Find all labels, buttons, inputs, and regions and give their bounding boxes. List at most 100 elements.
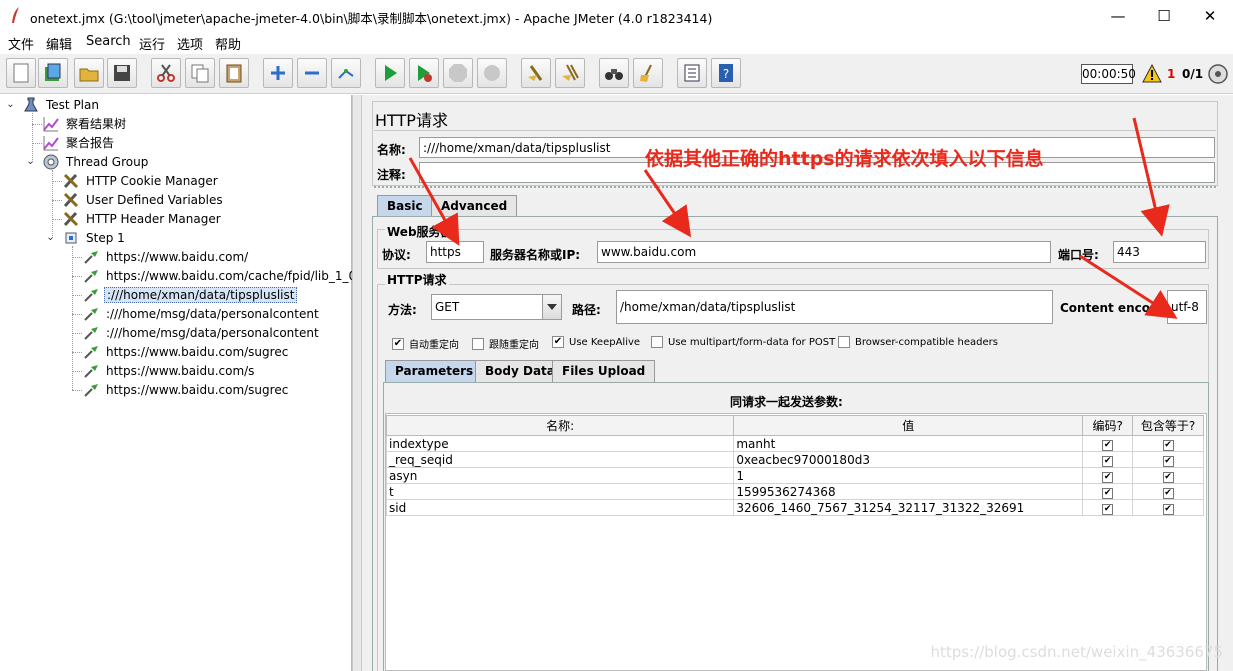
clear-all-icon[interactable]: [555, 58, 585, 88]
param-value[interactable]: 0xeacbec97000180d3: [733, 451, 1084, 468]
param-value[interactable]: 1: [733, 467, 1084, 484]
save-icon[interactable]: [107, 58, 137, 88]
tree-node-sampler-selected[interactable]: :///home/xman/data/tipspluslist: [82, 285, 298, 304]
menu-help[interactable]: 帮助: [215, 34, 241, 53]
copy-icon[interactable]: [185, 58, 215, 88]
menu-options[interactable]: 选项: [177, 34, 203, 53]
include-equals-checkbox[interactable]: ✔: [1132, 435, 1204, 452]
tree-node-results-tree[interactable]: 察看结果树: [42, 114, 128, 133]
encoding-field[interactable]: utf-8: [1167, 290, 1207, 324]
protocol-field[interactable]: https: [426, 241, 484, 263]
minimize-button[interactable]: —: [1095, 0, 1141, 32]
port-label: 端口号:: [1058, 248, 1099, 262]
param-name[interactable]: sid: [385, 499, 735, 516]
tree-node-header-manager[interactable]: HTTP Header Manager: [62, 209, 223, 228]
tree-node-step-1[interactable]: Step 1: [62, 228, 127, 247]
collapse-toggle-icon[interactable]: ⌄: [26, 157, 35, 167]
param-name[interactable]: _req_seqid: [385, 451, 735, 468]
close-button[interactable]: ✕: [1187, 0, 1233, 32]
function-helper-icon[interactable]: [677, 58, 707, 88]
warning-icon[interactable]: [1142, 64, 1162, 84]
include-equals-checkbox[interactable]: ✔: [1132, 499, 1204, 516]
templates-icon[interactable]: [38, 58, 68, 88]
param-value[interactable]: manht: [733, 435, 1084, 452]
tree-node-aggregate-report[interactable]: 聚合报告: [42, 133, 116, 152]
paste-icon[interactable]: [219, 58, 249, 88]
start-no-pauses-icon[interactable]: [409, 58, 439, 88]
browser-headers-checkbox[interactable]: Browser-compatible headers: [838, 336, 998, 348]
keepalive-checkbox[interactable]: ✔ Use KeepAlive: [552, 336, 640, 348]
include-equals-checkbox[interactable]: ✔: [1132, 467, 1204, 484]
tree-node-sampler[interactable]: https://www.baidu.com/sugrec: [82, 380, 290, 399]
column-header-include-equals[interactable]: 包含等于?: [1132, 415, 1204, 436]
tab-parameters[interactable]: Parameters: [385, 360, 484, 382]
tree-node-sampler[interactable]: https://www.baidu.com/cache/fpid/lib_1_0…: [82, 266, 372, 285]
param-name[interactable]: asyn: [385, 467, 735, 484]
server-field[interactable]: www.baidu.com: [597, 241, 1051, 263]
table-row[interactable]: _req_seqid 0xeacbec97000180d3 ✔ ✔: [385, 451, 1204, 468]
port-field[interactable]: 443: [1113, 241, 1206, 263]
follow-redirects-checkbox[interactable]: 跟随重定向: [472, 336, 539, 351]
table-row[interactable]: t 1599536274368 ✔ ✔: [385, 483, 1204, 500]
collapse-toggle-icon[interactable]: ⌄: [6, 100, 15, 110]
search-binoculars-icon[interactable]: [599, 58, 629, 88]
tab-files-upload[interactable]: Files Upload: [552, 360, 656, 382]
tree-node-sampler[interactable]: https://www.baidu.com/s: [82, 361, 256, 380]
column-header-value[interactable]: 值: [733, 415, 1084, 436]
param-value[interactable]: 32606_1460_7567_31254_32117_31322_32691: [733, 499, 1084, 516]
tree-node-sampler[interactable]: https://www.baidu.com/sugrec: [82, 342, 290, 361]
controller-icon: [65, 232, 77, 243]
reset-search-icon[interactable]: [633, 58, 663, 88]
param-name[interactable]: t: [385, 483, 735, 500]
toggle-icon[interactable]: [331, 58, 361, 88]
follow-redirects-auto-checkbox[interactable]: ✔ 自动重定向: [392, 336, 459, 351]
column-header-name[interactable]: 名称:: [385, 415, 735, 436]
menu-run[interactable]: 运行: [139, 34, 165, 53]
tree-node-cookie-manager[interactable]: HTTP Cookie Manager: [62, 171, 220, 190]
pipette-icon: [84, 383, 98, 397]
include-equals-checkbox[interactable]: ✔: [1132, 451, 1204, 468]
open-icon[interactable]: [74, 58, 104, 88]
collapse-all-icon[interactable]: [297, 58, 327, 88]
column-header-encode[interactable]: 编码?: [1082, 415, 1134, 436]
chevron-down-icon[interactable]: [542, 295, 561, 319]
table-row[interactable]: sid 32606_1460_7567_31254_32117_31322_32…: [385, 499, 1204, 516]
shutdown-icon[interactable]: [477, 58, 507, 88]
start-icon[interactable]: [375, 58, 405, 88]
maximize-button[interactable]: ☐: [1141, 0, 1187, 32]
collapse-divider[interactable]: [374, 186, 1216, 190]
tree-node-sampler[interactable]: https://www.baidu.com/: [82, 247, 250, 266]
tab-advanced[interactable]: Advanced: [431, 195, 518, 217]
tab-basic[interactable]: Basic: [377, 195, 433, 217]
table-row[interactable]: indextype manht ✔ ✔: [385, 435, 1204, 452]
encode-checkbox[interactable]: ✔: [1082, 435, 1134, 452]
new-icon[interactable]: [6, 58, 36, 88]
param-name[interactable]: indextype: [385, 435, 735, 452]
tree-node-test-plan[interactable]: Test Plan: [22, 95, 101, 114]
path-field[interactable]: /home/xman/data/tipspluslist: [616, 290, 1053, 324]
encode-checkbox[interactable]: ✔: [1082, 451, 1134, 468]
tree-node-label: :///home/msg/data/personalcontent: [106, 325, 319, 340]
expand-all-icon[interactable]: [263, 58, 293, 88]
menu-edit[interactable]: 编辑: [46, 34, 72, 53]
include-equals-checkbox[interactable]: ✔: [1132, 483, 1204, 500]
collapse-toggle-icon[interactable]: ⌄: [46, 233, 55, 243]
clear-icon[interactable]: [521, 58, 551, 88]
table-row[interactable]: asyn 1 ✔ ✔: [385, 467, 1204, 484]
panel-splitter[interactable]: [352, 95, 362, 671]
menu-search[interactable]: Search: [86, 34, 131, 49]
param-value[interactable]: 1599536274368: [733, 483, 1084, 500]
encode-checkbox[interactable]: ✔: [1082, 499, 1134, 516]
tree-node-thread-group[interactable]: Thread Group: [42, 152, 150, 171]
menu-file[interactable]: 文件: [8, 34, 34, 53]
stop-icon[interactable]: [443, 58, 473, 88]
encode-checkbox[interactable]: ✔: [1082, 467, 1134, 484]
tree-node-sampler[interactable]: :///home/msg/data/personalcontent: [82, 304, 321, 323]
wrench-icon: [63, 211, 79, 226]
tree-node-sampler[interactable]: :///home/msg/data/personalcontent: [82, 323, 321, 342]
cut-icon[interactable]: [151, 58, 181, 88]
encode-checkbox[interactable]: ✔: [1082, 483, 1134, 500]
tree-node-user-defined-variables[interactable]: User Defined Variables: [62, 190, 225, 209]
multipart-checkbox[interactable]: Use multipart/form-data for POST: [651, 336, 835, 348]
help-icon[interactable]: ?: [711, 58, 741, 88]
